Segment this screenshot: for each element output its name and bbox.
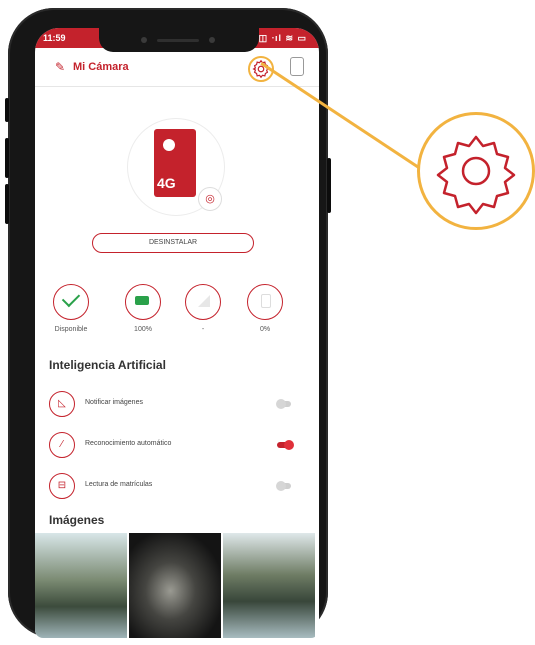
gallery-thumbnail[interactable] [223, 533, 315, 638]
phone-power-button [327, 158, 331, 213]
change-photo-camera-icon[interactable]: ◎ [198, 187, 222, 211]
status-availability: Disponible [51, 284, 91, 333]
image-gallery [35, 533, 319, 638]
phone-volume-button [5, 138, 9, 178]
toggle-knob [276, 481, 286, 491]
magic-wand-icon: ⁄ [49, 432, 75, 458]
app-header: ✎ Mi Cámara [35, 48, 319, 87]
battery-icon [135, 296, 149, 305]
edit-pencil-icon[interactable]: ✎ [55, 60, 65, 74]
status-signal: - [183, 284, 223, 333]
camera-name-title[interactable]: Mi Cámara [73, 61, 129, 73]
feature-label: Reconocimiento automático [85, 440, 172, 447]
status-ring [53, 284, 89, 320]
sd-card-icon[interactable] [290, 57, 304, 76]
feature-label: Lectura de matrículas [85, 481, 153, 488]
image-icon: ◺ [49, 391, 75, 417]
feature-notify-images: ◺ Notificar imágenes [49, 391, 299, 419]
feature-auto-recognition: ⁄ Reconocimiento automático [49, 432, 299, 460]
status-time: 11:59 [43, 33, 66, 43]
gallery-thumbnail[interactable] [129, 533, 221, 638]
feature-label: Notificar imágenes [85, 399, 143, 406]
auto-recognition-toggle[interactable] [277, 440, 294, 450]
camera-4g-image: 4G [154, 129, 196, 197]
ai-section-title: Inteligencia Artificial [49, 358, 166, 372]
speaker-grille [157, 39, 199, 42]
front-camera [141, 37, 147, 43]
car-icon: ⊟ [49, 473, 75, 499]
status-ring [185, 284, 221, 320]
feature-plate-reading: ⊟ Lectura de matrículas [49, 473, 299, 501]
status-battery: 100% [123, 284, 163, 333]
status-storage: 0% [245, 284, 285, 333]
phone-volume-button [5, 184, 9, 224]
status-battery-value: 100% [134, 326, 152, 333]
camera-avatar: 4G ◎ [127, 118, 225, 216]
gear-icon [436, 135, 516, 215]
gallery-thumbnail[interactable] [35, 533, 127, 638]
status-ring [247, 284, 283, 320]
status-availability-value: Disponible [54, 326, 88, 333]
status-storage-value: 0% [259, 326, 271, 333]
plate-reading-toggle[interactable] [276, 481, 291, 491]
uninstall-button[interactable]: DESINSTALAR [92, 233, 254, 253]
settings-callout [417, 112, 535, 230]
images-section-title: Imágenes [49, 513, 105, 527]
check-icon [61, 288, 81, 308]
camera-4g-label: 4G [157, 175, 176, 191]
app-screen: 11:59 ◫ ◫ ᐧıl ≋ ▭ ✎ Mi Cámara 4G ◎ DESIN… [35, 28, 319, 638]
notify-images-toggle[interactable] [276, 399, 291, 409]
toggle-knob [276, 399, 286, 409]
signal-icon [198, 295, 210, 307]
status-ring [125, 284, 161, 320]
phone-volume-button [5, 98, 9, 122]
status-signal-value: - [201, 326, 205, 333]
phone-frame: 11:59 ◫ ◫ ᐧıl ≋ ▭ ✎ Mi Cámara 4G ◎ DESIN… [5, 8, 331, 638]
sd-card-icon [261, 294, 271, 308]
sensor [209, 37, 215, 43]
camera-logo-mark [163, 139, 175, 151]
toggle-knob [284, 440, 294, 450]
